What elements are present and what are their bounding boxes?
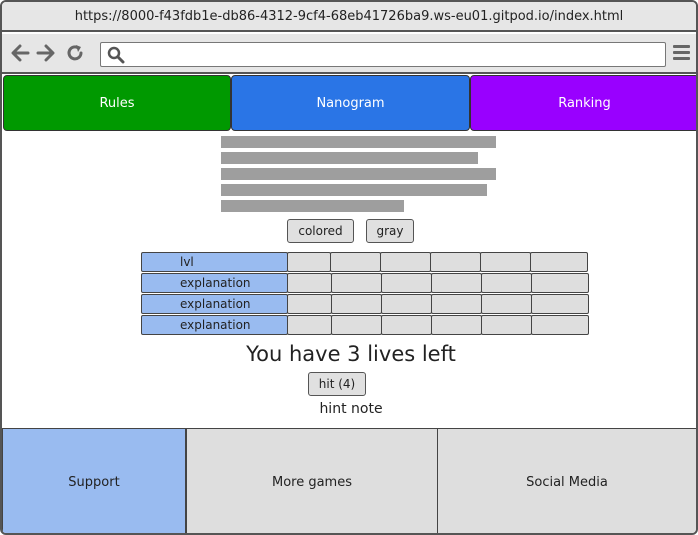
support-label: Support (68, 475, 120, 490)
table-cell[interactable] (381, 273, 432, 293)
table-row: explanation (141, 315, 589, 335)
table-cell[interactable] (530, 252, 588, 272)
url-title-bar: https://8000-f43fdb1e-db86-4312-9cf4-68e… (2, 2, 696, 32)
lives-status: You have 3 lives left (246, 342, 456, 366)
tab-rules-label: Rules (99, 95, 135, 111)
table-cell[interactable] (431, 273, 482, 293)
more-games-label: More games (271, 475, 352, 490)
colored-button[interactable]: colored (287, 219, 354, 243)
table-cell[interactable] (381, 294, 432, 314)
table-cell[interactable] (380, 252, 431, 272)
table-row: explanation (141, 273, 589, 293)
text-line (221, 184, 487, 196)
text-line (221, 200, 404, 212)
forward-arrow-icon[interactable] (36, 42, 56, 64)
row-label: explanation (141, 294, 288, 314)
main-tabs: Rules Nanogram Ranking (3, 75, 696, 131)
text-line (221, 152, 478, 164)
search-icon (107, 46, 125, 64)
tab-rules[interactable]: Rules (3, 75, 231, 131)
table-cell[interactable] (287, 252, 331, 272)
tab-nanogram-label: Nanogram (316, 95, 385, 111)
table-cell[interactable] (381, 315, 432, 335)
table-cell[interactable] (531, 315, 589, 335)
table-cell[interactable] (431, 315, 482, 335)
tab-ranking-label: Ranking (558, 95, 611, 111)
tab-nanogram[interactable]: Nanogram (231, 75, 470, 131)
table-row: explanation (141, 294, 589, 314)
browser-window: https://8000-f43fdb1e-db86-4312-9cf4-68e… (0, 0, 698, 535)
table-cell[interactable] (481, 315, 532, 335)
gray-button-label: gray (376, 224, 404, 238)
row-label: explanation (141, 315, 288, 335)
page-url: https://8000-f43fdb1e-db86-4312-9cf4-68e… (74, 8, 624, 24)
table-cell[interactable] (287, 294, 332, 314)
table-cell[interactable] (331, 294, 382, 314)
gray-button[interactable]: gray (366, 219, 414, 243)
social-media-label: Social Media (526, 475, 608, 490)
support-link[interactable]: Support (2, 428, 186, 533)
table-cell[interactable] (531, 273, 589, 293)
browser-toolbar (2, 34, 696, 74)
table-cell[interactable] (481, 273, 532, 293)
table-cell[interactable] (330, 252, 381, 272)
reload-icon[interactable] (65, 42, 85, 64)
text-line (221, 136, 496, 148)
text-line (221, 168, 496, 180)
hint-note: hint note (319, 401, 383, 417)
table-cell[interactable] (430, 252, 481, 272)
table-row: lvl (141, 252, 589, 272)
tab-ranking[interactable]: Ranking (470, 75, 696, 131)
social-media-link[interactable]: Social Media (437, 428, 696, 533)
table-cell[interactable] (481, 294, 532, 314)
table-cell[interactable] (531, 294, 589, 314)
row-label: lvl (141, 252, 288, 272)
colored-button-label: colored (298, 224, 343, 238)
row-label: explanation (141, 273, 288, 293)
table-cell[interactable] (331, 315, 382, 335)
table-cell[interactable] (431, 294, 482, 314)
table-cell[interactable] (287, 315, 332, 335)
hit-button-label: hit (4) (318, 377, 356, 391)
search-input[interactable] (100, 42, 666, 67)
hit-button[interactable]: hit (4) (308, 372, 366, 396)
table-cell[interactable] (287, 273, 332, 293)
hamburger-menu-icon[interactable] (673, 45, 690, 63)
table-cell[interactable] (480, 252, 531, 272)
table-cell[interactable] (331, 273, 382, 293)
back-arrow-icon[interactable] (10, 42, 30, 64)
more-games-link[interactable]: More games (186, 428, 438, 533)
